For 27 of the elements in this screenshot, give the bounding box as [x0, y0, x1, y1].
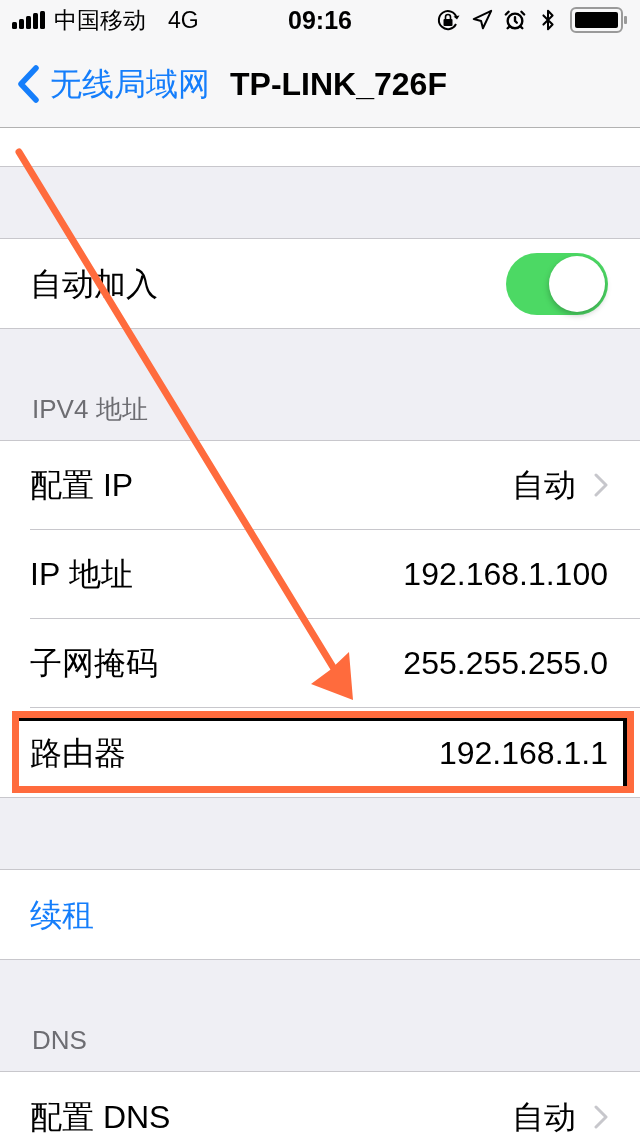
nav-title: TP-LINK_726F	[230, 67, 447, 100]
chevron-left-icon	[16, 64, 40, 103]
carrier-name: 中国移动	[54, 8, 146, 32]
back-button[interactable]: 无线局域网	[16, 64, 210, 103]
row-label: IP 地址	[30, 558, 133, 590]
section-header: IPV4 地址	[32, 396, 148, 422]
chevron-right-icon	[594, 473, 608, 497]
chevron-right-icon	[594, 1104, 608, 1129]
row-value: 自动	[512, 1100, 576, 1133]
row-label[interactable]: 配置 DNS	[30, 1100, 171, 1133]
row-value: 192.168.1.1	[438, 736, 608, 769]
row-label: 子网掩码	[30, 647, 158, 679]
row-label[interactable]: 配置 IP	[30, 469, 134, 501]
location-arrow-icon	[471, 9, 493, 31]
row-value: 255.255.255.0	[403, 647, 608, 679]
rotation-lock-icon	[436, 8, 460, 32]
section-header: DNS	[32, 1027, 87, 1053]
network-type: 4G	[168, 8, 199, 32]
alarm-clock-icon	[504, 9, 526, 31]
auto-join-switch[interactable]	[506, 252, 608, 315]
renew-lease-link[interactable]: 续租	[30, 898, 94, 931]
row-label: 路由器	[30, 736, 126, 769]
row-value: 自动	[512, 469, 576, 501]
clock-time: 09:16	[288, 7, 352, 33]
battery-icon	[570, 7, 628, 33]
signal-strength-icon	[12, 11, 45, 29]
row-value: 192.168.1.100	[403, 558, 608, 590]
